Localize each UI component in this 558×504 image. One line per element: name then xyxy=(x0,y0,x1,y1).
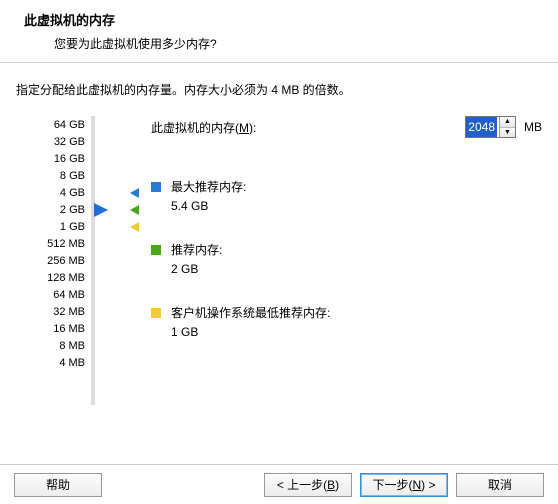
scale-label: 4 MB xyxy=(16,354,91,371)
scale-label: 128 MB xyxy=(16,269,91,286)
memory-spinbox[interactable]: 2048 ▲ ▼ xyxy=(465,116,516,138)
scale-label: 64 GB xyxy=(16,116,91,133)
scale-label: 512 MB xyxy=(16,235,91,252)
legend-rec-value: 2 GB xyxy=(151,262,542,276)
spin-up-button[interactable]: ▲ xyxy=(500,117,515,128)
page-subtitle: 您要为此虚拟机使用多少内存? xyxy=(24,35,558,52)
scale-label: 32 MB xyxy=(16,303,91,320)
memory-scale[interactable]: 64 GB32 GB16 GB8 GB4 GB2 GB1 GB512 MB256… xyxy=(16,116,91,371)
memory-input-label: 此虚拟机的内存(M): xyxy=(151,119,256,136)
legend-max-value: 5.4 GB xyxy=(151,199,542,213)
memory-unit: MB xyxy=(524,120,542,134)
scale-label: 16 MB xyxy=(16,320,91,337)
legend-square-rec xyxy=(151,245,161,255)
scale-label: 16 GB xyxy=(16,150,91,167)
scale-label: 8 MB xyxy=(16,337,91,354)
memory-value-selected[interactable]: 2048 xyxy=(466,117,497,137)
back-button[interactable]: < 上一步(B) xyxy=(264,473,352,497)
scale-label: 256 MB xyxy=(16,252,91,269)
help-button[interactable]: 帮助 xyxy=(14,473,102,497)
page-title: 此虚拟机的内存 xyxy=(24,10,558,29)
legend-square-min xyxy=(151,308,161,318)
spin-down-button[interactable]: ▼ xyxy=(500,128,515,138)
cancel-button[interactable]: 取消 xyxy=(456,473,544,497)
scale-label: 4 GB xyxy=(16,184,91,201)
legend-min-value: 1 GB xyxy=(151,325,542,339)
scale-label: 8 GB xyxy=(16,167,91,184)
scale-label: 64 MB xyxy=(16,286,91,303)
scale-label: 32 GB xyxy=(16,133,91,150)
next-button[interactable]: 下一步(N) > xyxy=(360,473,448,497)
scale-label: 2 GB xyxy=(16,201,91,218)
description-text: 指定分配给此虚拟机的内存量。内存大小必须为 4 MB 的倍数。 xyxy=(16,81,542,98)
legend-rec-label: 推荐内存: xyxy=(171,241,222,258)
legend-square-max xyxy=(151,182,161,192)
scale-label: 1 GB xyxy=(16,218,91,235)
legend-max-label: 最大推荐内存: xyxy=(171,178,246,195)
legend-min-label: 客户机操作系统最低推荐内存: xyxy=(171,304,330,321)
